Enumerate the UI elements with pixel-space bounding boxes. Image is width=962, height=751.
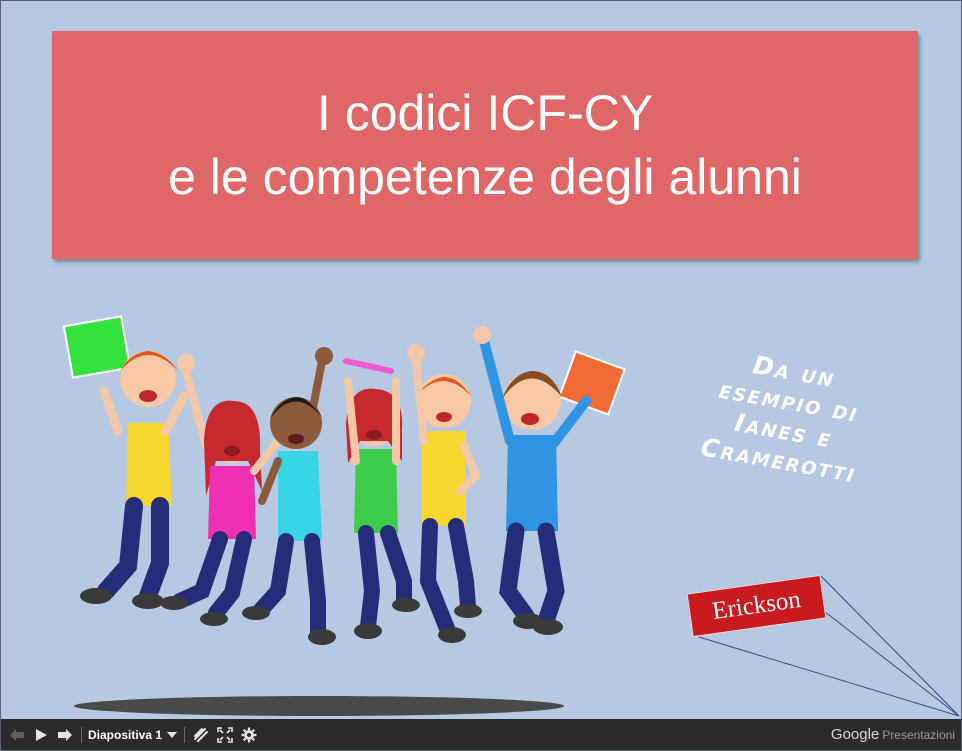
presentation-controls: Diapositiva 1 Google Presentazioni	[1, 719, 961, 750]
kid-pink	[160, 354, 282, 626]
laser-pointer-icon	[194, 727, 209, 742]
play-icon	[36, 728, 47, 741]
fullscreen-button[interactable]	[213, 723, 237, 747]
handwritten-note: Da un esempio di Ianes e Cramerotti	[647, 337, 915, 556]
separator	[184, 726, 186, 743]
logo-text: Erickson	[710, 585, 803, 626]
laser-pointer-button[interactable]	[189, 723, 213, 747]
title-line-1: I codici ICF-CY	[316, 85, 654, 141]
kid-green	[343, 358, 420, 639]
fullscreen-icon	[217, 726, 233, 743]
slide-selector-label: Diapositiva 1	[88, 727, 163, 742]
jumping-kids-illustration	[62, 315, 626, 716]
kid-cyan	[242, 347, 336, 645]
arrow-left-icon	[10, 728, 24, 741]
next-slide-button[interactable]	[53, 723, 77, 747]
kid-yellow-2	[407, 344, 482, 643]
title-box: I codici ICF-CY e le competenze degli al…	[52, 31, 918, 259]
google-slides-brand: Google Presentazioni	[831, 726, 955, 743]
title-line-2: e le competenze degli alunni	[168, 149, 802, 205]
kid-yellow-1	[62, 315, 189, 609]
slide-canvas: I codici ICF-CY e le competenze degli al…	[1, 1, 961, 719]
previous-slide-button[interactable]	[5, 723, 29, 747]
play-button[interactable]	[29, 723, 53, 747]
erickson-logo: Erickson	[686, 574, 827, 638]
settings-button[interactable]	[237, 723, 261, 747]
brand-google-text: Google	[830, 726, 880, 743]
brand-product-text: Presentazioni	[882, 728, 955, 742]
gear-icon	[241, 727, 257, 742]
arrow-right-icon	[58, 728, 72, 741]
separator	[81, 726, 82, 743]
ground-shadow	[74, 696, 564, 716]
caret-down-icon	[167, 731, 178, 738]
slide-selector[interactable]: Diapositiva 1	[86, 728, 180, 742]
kid-blue	[473, 326, 626, 635]
